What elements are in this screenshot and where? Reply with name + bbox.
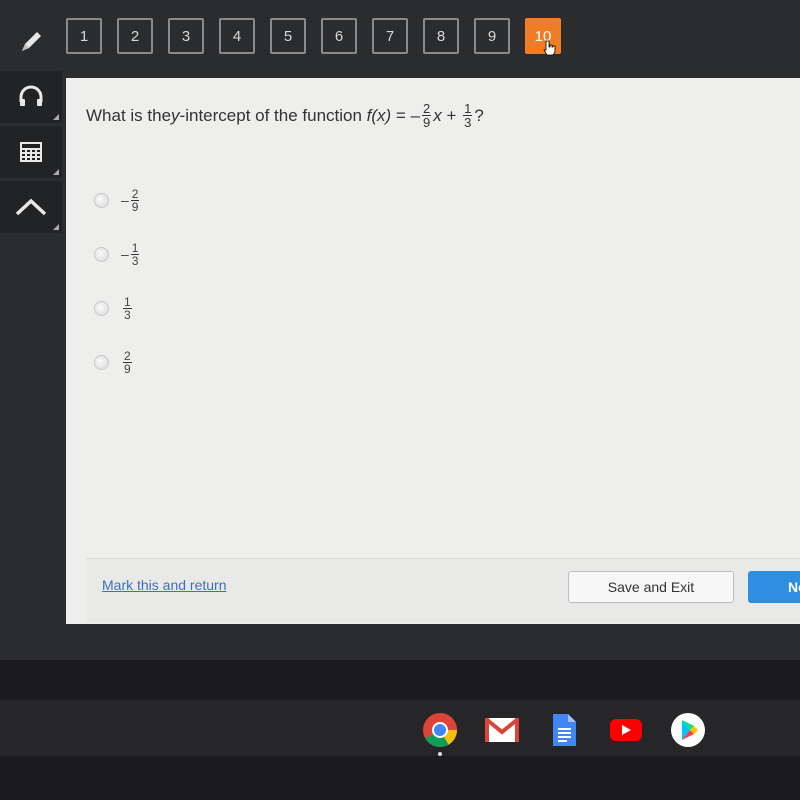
question-panel: What is the y -intercept of the function… <box>66 78 800 624</box>
question-button-3[interactable]: 3 <box>168 18 204 54</box>
chrome-icon <box>423 713 457 747</box>
question-text: What is the y -intercept of the function… <box>86 102 484 129</box>
question-navigation: 1 2 3 4 5 6 7 8 9 10 <box>66 18 561 58</box>
collapse-tool[interactable] <box>0 181 62 233</box>
plus-sign: + <box>441 105 462 125</box>
function-name: f(x) <box>366 105 392 125</box>
fraction-numerator: 2 <box>422 101 432 116</box>
pencil-tool[interactable] <box>0 16 62 68</box>
next-button[interactable]: Next <box>748 571 800 603</box>
radio-button[interactable] <box>94 354 109 370</box>
question-button-8[interactable]: 8 <box>423 18 459 54</box>
option-sign: – <box>121 192 129 208</box>
fraction-denominator: 3 <box>131 253 139 268</box>
option-fraction: 1 3 <box>123 296 132 321</box>
tool-corner-indicator <box>53 114 59 120</box>
fraction-denominator: 3 <box>464 115 472 130</box>
question-button-2[interactable]: 2 <box>117 18 153 54</box>
question-button-7[interactable]: 7 <box>372 18 408 54</box>
headphones-icon <box>19 85 43 106</box>
option-fraction: 2 9 <box>123 350 132 375</box>
answer-options: – 2 9 – 1 3 1 3 2 9 <box>94 173 141 389</box>
fraction-numerator: 2 <box>130 186 140 201</box>
play-store-icon <box>671 713 705 747</box>
question-button-4[interactable]: 4 <box>219 18 255 54</box>
calculator-icon <box>20 142 42 162</box>
equals-sign: = – <box>391 105 421 125</box>
fraction-intercept: 1 3 <box>463 101 473 130</box>
youtube-app[interactable] <box>606 712 646 748</box>
screen: 1 2 3 4 5 6 7 8 9 10 What is the y -inte… <box>0 0 800 660</box>
pencil-icon <box>22 32 41 51</box>
option-label: – 2 9 <box>121 188 141 213</box>
question-button-5[interactable]: 5 <box>270 18 306 54</box>
fraction-numerator: 1 <box>123 294 132 309</box>
fraction-numerator: 1 <box>463 101 473 116</box>
answer-option-3[interactable]: 1 3 <box>94 281 141 335</box>
option-label: – 1 3 <box>121 242 141 267</box>
radio-button[interactable] <box>94 192 109 208</box>
question-button-6[interactable]: 6 <box>321 18 357 54</box>
question-middle: -intercept of the function <box>179 105 367 125</box>
radio-button[interactable] <box>94 246 109 262</box>
variable-x: x <box>433 105 442 125</box>
fraction-denominator: 3 <box>124 307 131 322</box>
question-mark: ? <box>474 105 484 125</box>
gmail-app[interactable] <box>482 712 522 748</box>
option-label: 2 9 <box>121 350 134 375</box>
question-term: y <box>171 105 180 125</box>
hand-cursor-icon <box>543 40 556 56</box>
fraction-slope: 2 9 <box>422 101 432 130</box>
answer-option-4[interactable]: 2 9 <box>94 335 141 389</box>
question-prefix: What is the <box>86 105 172 125</box>
answer-option-1[interactable]: – 2 9 <box>94 173 141 227</box>
save-and-exit-button[interactable]: Save and Exit <box>568 571 734 603</box>
fraction-denominator: 9 <box>131 199 139 214</box>
left-toolbar <box>0 16 66 236</box>
fraction-numerator: 1 <box>130 240 140 255</box>
mark-and-return-link[interactable]: Mark this and return <box>102 577 227 593</box>
youtube-icon <box>610 719 642 741</box>
shelf-apps <box>420 712 708 756</box>
play-store-app[interactable] <box>668 712 708 748</box>
option-fraction: 1 3 <box>130 240 140 268</box>
question-footer: Mark this and return Save and Exit Next <box>86 558 800 622</box>
question-button-1[interactable]: 1 <box>66 18 102 54</box>
fraction-denominator: 9 <box>124 361 131 376</box>
docs-app[interactable] <box>544 712 584 748</box>
radio-button[interactable] <box>94 300 109 316</box>
tool-corner-indicator <box>53 169 59 175</box>
fraction-denominator: 9 <box>423 115 431 130</box>
option-label: 1 3 <box>121 296 134 321</box>
option-fraction: 2 9 <box>130 186 140 214</box>
arrow-up-icon <box>15 198 47 216</box>
option-sign: – <box>121 246 129 262</box>
chrome-app[interactable] <box>420 712 460 756</box>
calculator-tool[interactable] <box>0 126 62 178</box>
tool-corner-indicator <box>53 224 59 230</box>
fraction-numerator: 2 <box>123 348 132 363</box>
docs-icon <box>553 714 576 746</box>
audio-tool[interactable] <box>0 71 62 123</box>
running-indicator <box>438 752 442 756</box>
question-button-9[interactable]: 9 <box>474 18 510 54</box>
gmail-icon <box>484 717 520 742</box>
answer-option-2[interactable]: – 1 3 <box>94 227 141 281</box>
question-button-10[interactable]: 10 <box>525 18 561 56</box>
